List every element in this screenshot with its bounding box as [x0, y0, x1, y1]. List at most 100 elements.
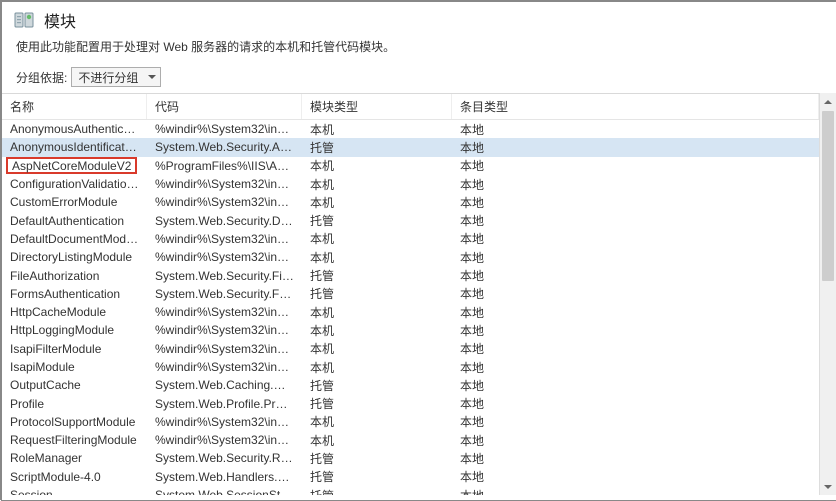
scrollbar-thumb[interactable]	[822, 111, 834, 281]
cell-module-type: 本机	[302, 230, 452, 247]
cell-code: System.Web.Caching.Outp...	[147, 378, 302, 392]
cell-code: System.Web.Security.Role...	[147, 451, 302, 465]
group-by-dropdown[interactable]: 不进行分组	[71, 67, 161, 87]
cell-entry-type: 本地	[452, 212, 819, 229]
cell-code: %windir%\System32\inetsr...	[147, 415, 302, 429]
table-row[interactable]: DirectoryListingModule%windir%\System32\…	[2, 248, 819, 266]
table-row[interactable]: ScriptModule-4.0System.Web.Handlers.Scri…	[2, 468, 819, 486]
cell-code: System.Web.Handlers.Scri...	[147, 470, 302, 484]
cell-module-type: 托管	[302, 285, 452, 302]
cell-module-type: 托管	[302, 267, 452, 284]
table-row[interactable]: AnonymousAuthentication...%windir%\Syste…	[2, 120, 819, 138]
cell-code: %windir%\System32\inetsr...	[147, 122, 302, 136]
table-row[interactable]: ProtocolSupportModule%windir%\System32\i…	[2, 413, 819, 431]
table-row[interactable]: RequestFilteringModule%windir%\System32\…	[2, 431, 819, 449]
col-header-code[interactable]: 代码	[147, 94, 302, 119]
table-row[interactable]: DefaultDocumentModule%windir%\System32\i…	[2, 230, 819, 248]
cell-module-type: 本机	[302, 359, 452, 376]
table-row[interactable]: SessionSystem.Web.SessionState.S...托管本地	[2, 486, 819, 495]
group-by-label: 分组依据:	[16, 69, 67, 86]
cell-name: IsapiModule	[2, 360, 147, 374]
table-row[interactable]: ConfigurationValidationMo...%windir%\Sys…	[2, 175, 819, 193]
page-title: 模块	[44, 8, 76, 32]
chevron-up-icon	[824, 100, 832, 104]
scroll-up-button[interactable]	[820, 93, 836, 110]
scroll-down-button[interactable]	[820, 478, 836, 495]
cell-module-type: 本机	[302, 249, 452, 266]
cell-module-type: 本机	[302, 322, 452, 339]
cell-name: AnonymousIdentification	[2, 140, 147, 154]
cell-name: ScriptModule-4.0	[2, 470, 147, 484]
cell-code: System.Web.Profile.Profile...	[147, 397, 302, 411]
table-row[interactable]: HttpCacheModule%windir%\System32\inetsr.…	[2, 303, 819, 321]
cell-entry-type: 本地	[452, 249, 819, 266]
cell-entry-type: 本地	[452, 322, 819, 339]
cell-name: AspNetCoreModuleV2	[2, 157, 147, 174]
vertical-scrollbar[interactable]	[819, 93, 836, 495]
cell-entry-type: 本地	[452, 139, 819, 156]
cell-code: System.Web.SessionState.S...	[147, 488, 302, 495]
cell-entry-type: 本地	[452, 450, 819, 467]
table-row[interactable]: OutputCacheSystem.Web.Caching.Outp...托管本…	[2, 376, 819, 394]
cell-name: RequestFilteringModule	[2, 433, 147, 447]
header: 模块	[2, 2, 836, 34]
cell-module-type: 本机	[302, 432, 452, 449]
table-row[interactable]: AnonymousIdentificationSystem.Web.Securi…	[2, 138, 819, 156]
cell-module-type: 托管	[302, 377, 452, 394]
cell-name: Profile	[2, 397, 147, 411]
cell-name: FileAuthorization	[2, 269, 147, 283]
cell-name: DefaultDocumentModule	[2, 232, 147, 246]
cell-entry-type: 本地	[452, 377, 819, 394]
chevron-down-icon	[824, 485, 832, 489]
table-row[interactable]: ProfileSystem.Web.Profile.Profile...托管本地	[2, 394, 819, 412]
cell-name: ConfigurationValidationMo...	[2, 177, 147, 191]
cell-entry-type: 本地	[452, 304, 819, 321]
table-row[interactable]: HttpLoggingModule%windir%\System32\inets…	[2, 321, 819, 339]
col-header-entry-type[interactable]: 条目类型	[452, 94, 819, 119]
chevron-down-icon	[148, 75, 156, 79]
cell-name: HttpCacheModule	[2, 305, 147, 319]
cell-module-type: 本机	[302, 340, 452, 357]
cell-entry-type: 本地	[452, 285, 819, 302]
cell-module-type: 本机	[302, 121, 452, 138]
cell-module-type: 本机	[302, 157, 452, 174]
table-header: 名称 代码 模块类型 条目类型	[2, 94, 819, 120]
table-row[interactable]: IsapiModule%windir%\System32\inetsr...本机…	[2, 358, 819, 376]
cell-name: OutputCache	[2, 378, 147, 392]
table-row[interactable]: FormsAuthenticationSystem.Web.Security.F…	[2, 285, 819, 303]
cell-entry-type: 本地	[452, 121, 819, 138]
cell-module-type: 托管	[302, 395, 452, 412]
cell-name: CustomErrorModule	[2, 195, 147, 209]
table-row[interactable]: AspNetCoreModuleV2%ProgramFiles%\IIS\Asp…	[2, 157, 819, 175]
table-row[interactable]: CustomErrorModule%windir%\System32\inets…	[2, 193, 819, 211]
cell-name: DirectoryListingModule	[2, 250, 147, 264]
cell-name: HttpLoggingModule	[2, 323, 147, 337]
table-row[interactable]: DefaultAuthenticationSystem.Web.Security…	[2, 211, 819, 229]
cell-code: System.Web.Security.Defau...	[147, 214, 302, 228]
cell-entry-type: 本地	[452, 230, 819, 247]
cell-code: %windir%\System32\inetsr...	[147, 195, 302, 209]
cell-entry-type: 本地	[452, 176, 819, 193]
cell-name: IsapiFilterModule	[2, 342, 147, 356]
cell-entry-type: 本地	[452, 194, 819, 211]
modules-grid: 名称 代码 模块类型 条目类型 AnonymousAuthentication.…	[2, 93, 819, 495]
cell-code: %windir%\System32\inetsr...	[147, 323, 302, 337]
cell-code: System.Web.Security.Form...	[147, 287, 302, 301]
cell-entry-type: 本地	[452, 468, 819, 485]
cell-code: System.Web.Security.FileAu...	[147, 269, 302, 283]
cell-module-type: 本机	[302, 413, 452, 430]
table-row[interactable]: RoleManagerSystem.Web.Security.Role...托管…	[2, 449, 819, 467]
cell-name: Session	[2, 488, 147, 495]
cell-module-type: 本机	[302, 176, 452, 193]
col-header-name[interactable]: 名称	[2, 94, 147, 119]
table-row[interactable]: FileAuthorizationSystem.Web.Security.Fil…	[2, 266, 819, 284]
cell-name: ProtocolSupportModule	[2, 415, 147, 429]
cell-entry-type: 本地	[452, 432, 819, 449]
col-header-module-type[interactable]: 模块类型	[302, 94, 452, 119]
cell-module-type: 托管	[302, 212, 452, 229]
modules-icon	[12, 8, 36, 32]
cell-name: AnonymousAuthentication...	[2, 122, 147, 136]
table-row[interactable]: IsapiFilterModule%windir%\System32\inets…	[2, 340, 819, 358]
cell-code: %windir%\System32\inetsr...	[147, 360, 302, 374]
cell-entry-type: 本地	[452, 487, 819, 495]
